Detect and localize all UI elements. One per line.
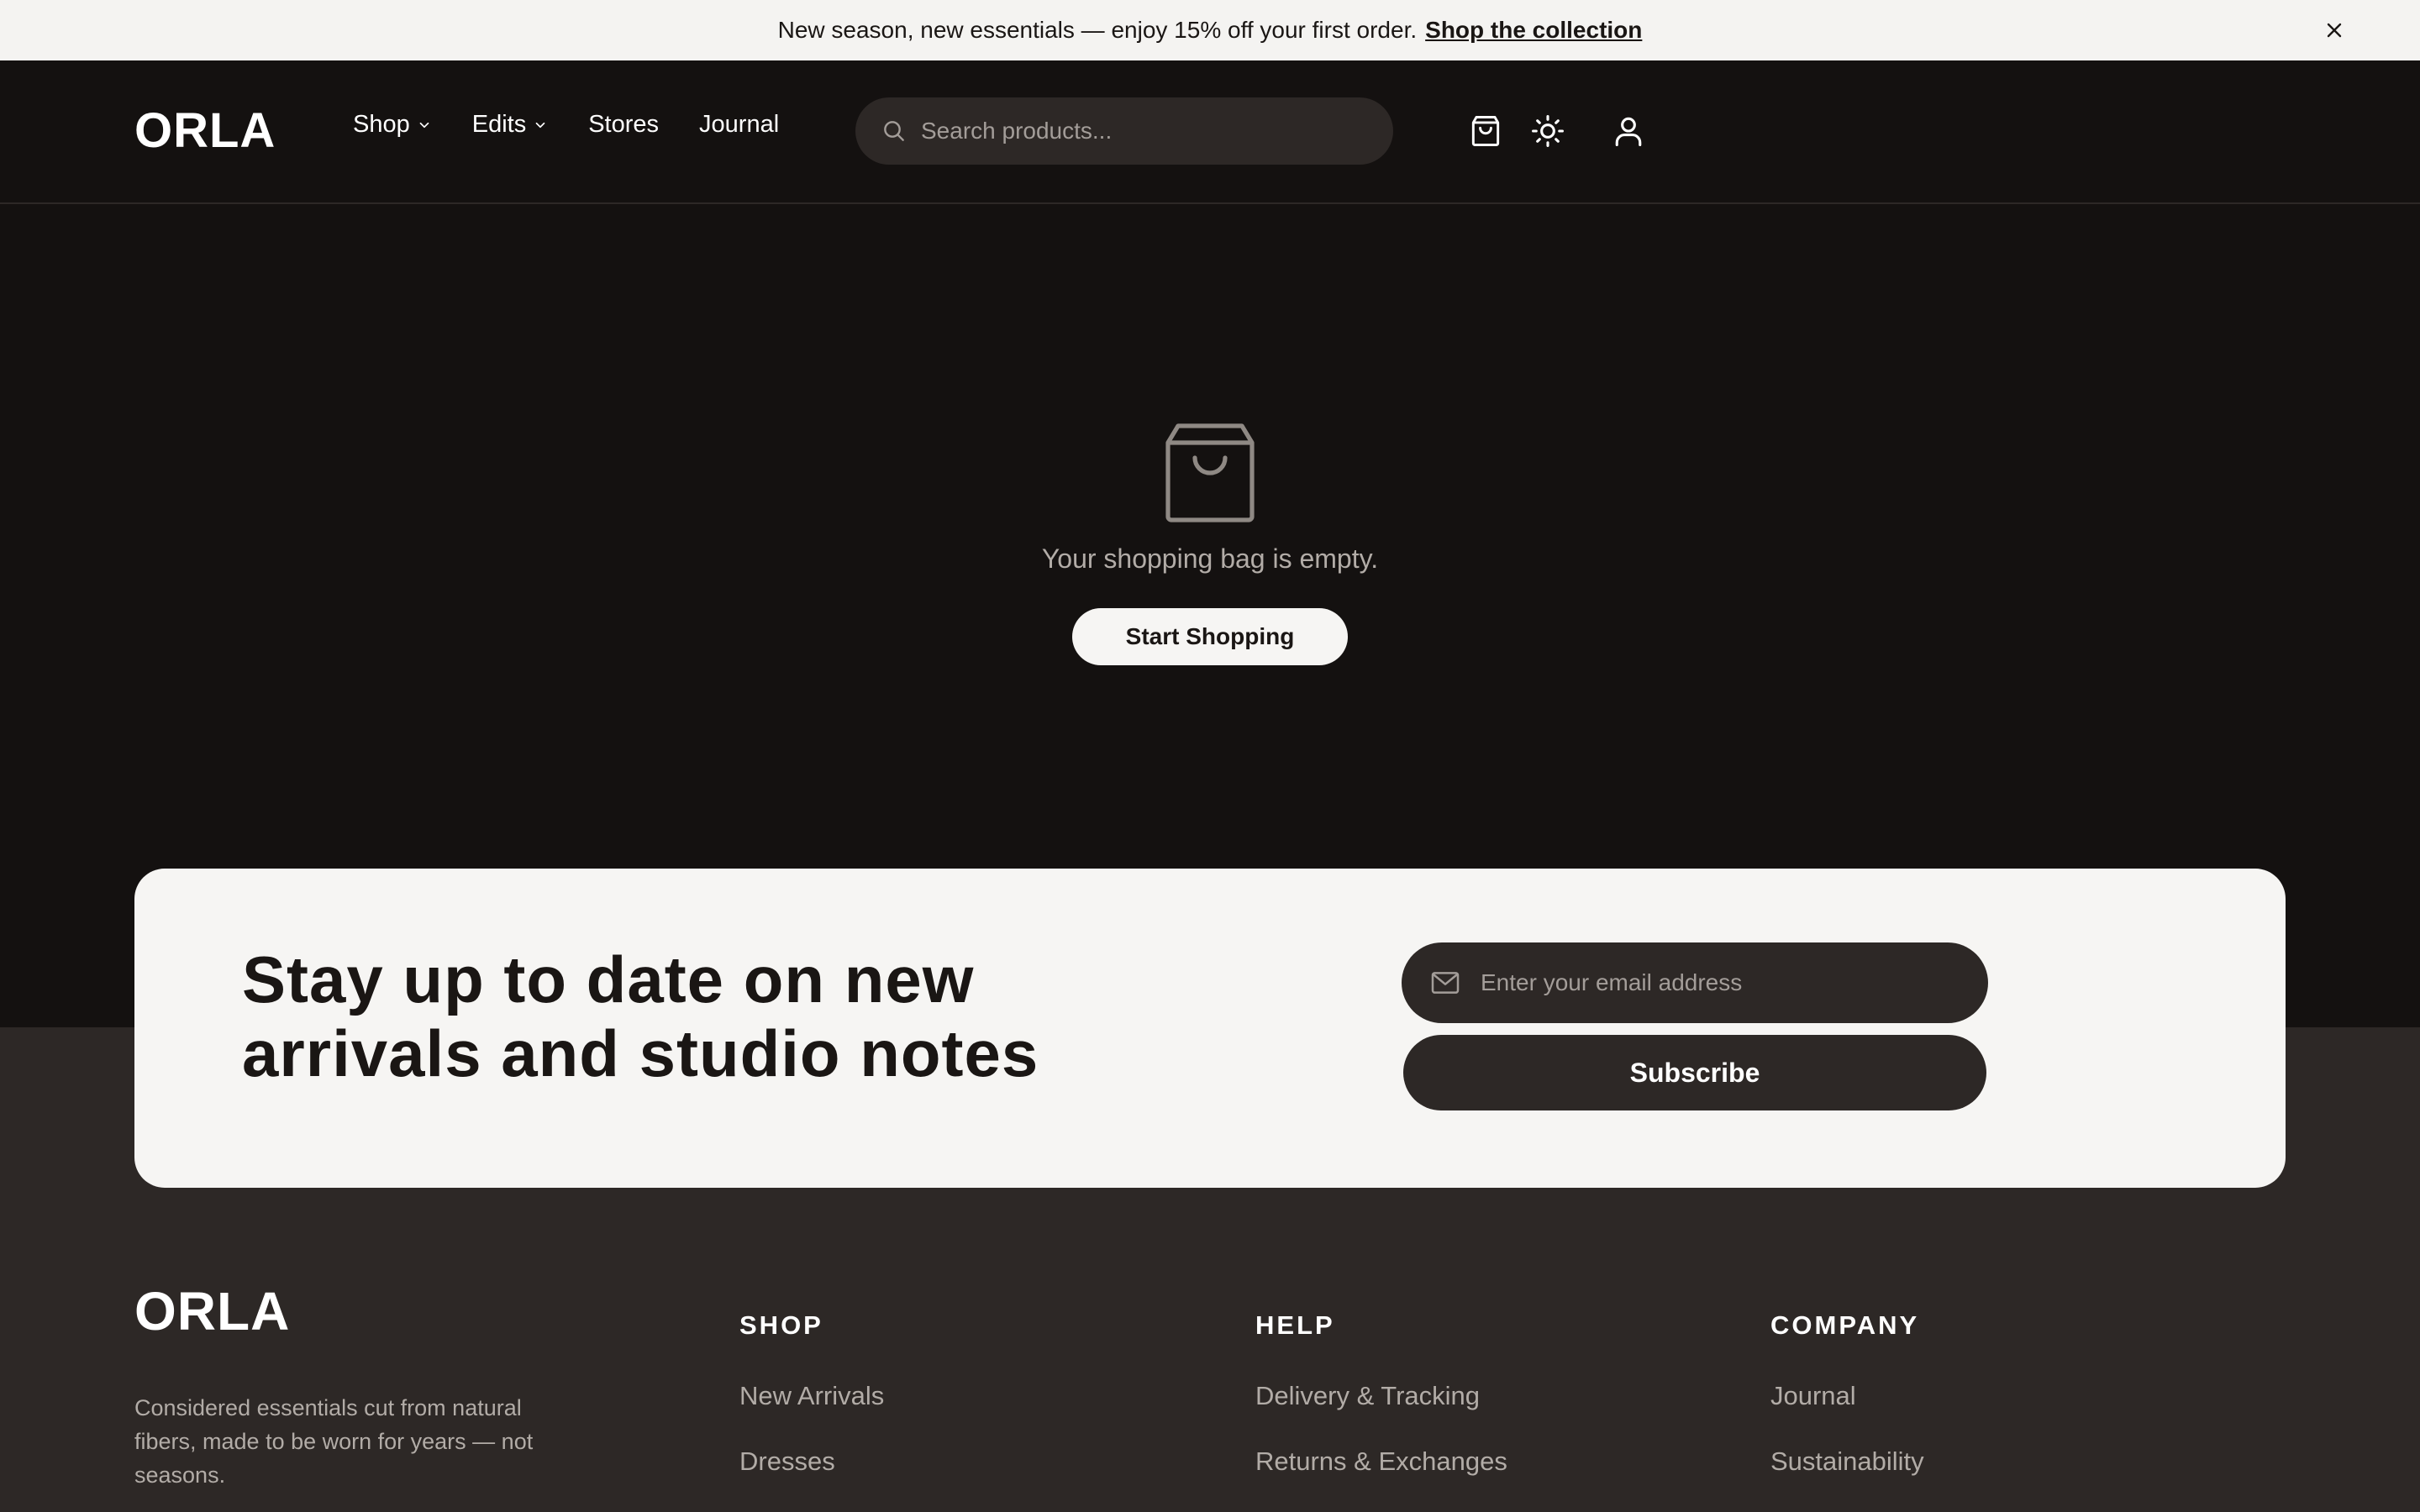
email-field[interactable] — [1402, 942, 1988, 1023]
search-icon — [884, 121, 904, 141]
footer-link-delivery-tracking[interactable]: Delivery & Tracking — [1255, 1381, 1507, 1411]
nav-edits[interactable]: Edits — [472, 111, 548, 139]
footer-link-returns-exchanges[interactable]: Returns & Exchanges — [1255, 1446, 1507, 1477]
search-input[interactable] — [921, 118, 1358, 144]
nav-edits-label: Edits — [471, 111, 527, 138]
email-input[interactable] — [1481, 969, 1951, 996]
start-shopping-button[interactable]: Start Shopping — [1072, 608, 1348, 665]
newsletter-title: Stay up to date on new arrivals and stud… — [242, 942, 1166, 1090]
footer-link-journal[interactable]: Journal — [1770, 1381, 1924, 1411]
footer-logo[interactable]: ORLA — [134, 1280, 290, 1342]
footer-heading-shop: SHOP — [739, 1310, 823, 1340]
footer-column-company: COMPANY Journal Sustainability — [1770, 1310, 1924, 1512]
shopping-bag-icon — [1165, 423, 1255, 522]
footer-heading-company: COMPANY — [1770, 1310, 1920, 1340]
shopping-bag-icon[interactable] — [1465, 111, 1506, 151]
nav-journal[interactable]: Journal — [699, 111, 779, 139]
footer-column-help: HELP Delivery & Tracking Returns & Excha… — [1255, 1310, 1507, 1512]
close-icon[interactable] — [2319, 15, 2349, 45]
main-nav: Shop Edits Stores Journal — [353, 111, 819, 139]
nav-stores-label: Stores — [588, 111, 660, 138]
announcement-bar: New season, new essentials — enjoy 15% o… — [0, 0, 2420, 60]
nav-shop-label: Shop — [353, 111, 410, 138]
nav-stores[interactable]: Stores — [588, 111, 659, 139]
subscribe-button[interactable]: Subscribe — [1403, 1035, 1986, 1110]
logo[interactable]: ORLA — [134, 102, 276, 159]
sun-icon[interactable] — [1528, 111, 1568, 151]
footer-column-shop: SHOP New Arrivals Dresses — [739, 1310, 884, 1512]
footer-link-new-arrivals[interactable]: New Arrivals — [739, 1381, 884, 1411]
announcement-text: New season, new essentials — enjoy 15% o… — [777, 17, 1418, 43]
shop-collection-link[interactable]: Shop the collection — [1425, 17, 1642, 44]
empty-bag-message: Your shopping bag is empty. — [1041, 543, 1379, 574]
footer-description: Considered essentials cut from natural f… — [134, 1395, 534, 1488]
newsletter-card: Stay up to date on new arrivals and stud… — [134, 869, 2286, 1188]
chevron-down-icon — [419, 122, 429, 128]
footer-heading-help: HELP — [1255, 1310, 1335, 1340]
newsletter-title-line-2: arrivals and studio notes — [242, 1016, 1039, 1090]
user-icon[interactable] — [1608, 111, 1649, 151]
nav-journal-label: Journal — [699, 111, 780, 138]
site-header: ORLA Shop Edits Stores Journal — [0, 60, 2420, 203]
newsletter-title-line-1: Stay up to date on new — [242, 942, 975, 1016]
footer-link-dresses[interactable]: Dresses — [739, 1446, 884, 1477]
search-bar[interactable] — [855, 97, 1393, 165]
mail-icon — [1431, 972, 1460, 994]
chevron-down-icon — [535, 122, 545, 128]
nav-shop[interactable]: Shop — [353, 111, 432, 139]
footer-link-sustainability[interactable]: Sustainability — [1770, 1446, 1924, 1477]
